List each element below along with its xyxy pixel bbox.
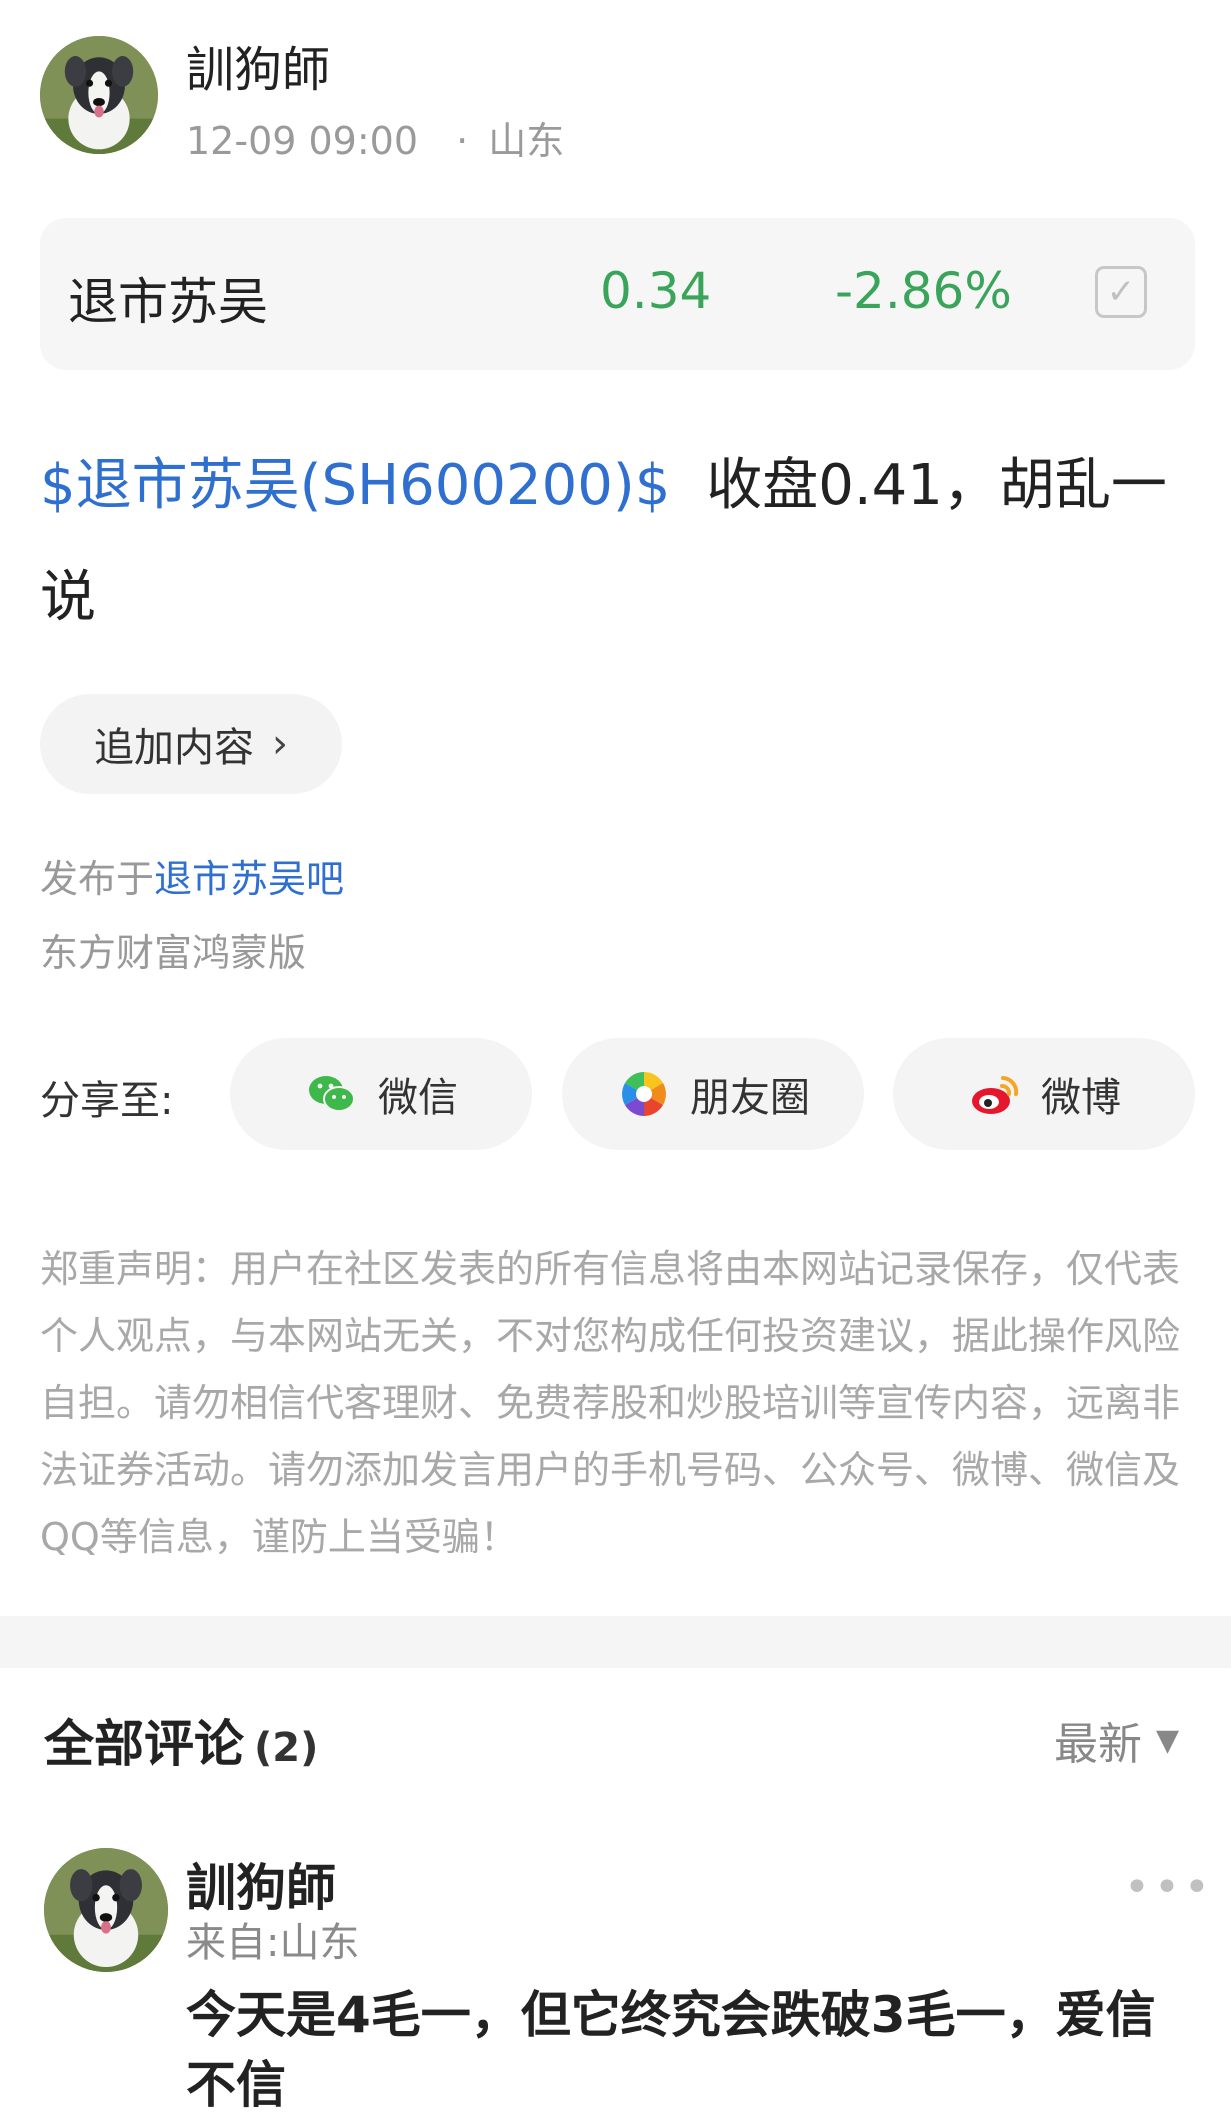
section-divider [0, 1616, 1231, 1668]
wechat-icon [309, 1076, 355, 1112]
publish-prefix: 发布于 [40, 857, 155, 901]
client-info: 东方财富鸿蒙版 [40, 931, 307, 975]
sort-label: 最新 [1054, 1719, 1142, 1770]
author-name[interactable]: 訓狗師 [186, 30, 330, 100]
triangle-down-icon: ▼ [1156, 1722, 1180, 1758]
share-moments-label: 朋友圈 [690, 1075, 810, 1121]
stock-tag-link[interactable]: $退市苏吴(SH600200)$ [40, 453, 670, 518]
post-time: 12-09 09:00 [186, 119, 419, 163]
sort-dropdown[interactable]: 最新 ▼ [1054, 1708, 1179, 1772]
stock-card[interactable]: 退市苏吴 0.34 -2.86% ✓ [40, 218, 1195, 370]
moments-icon [622, 1072, 666, 1116]
comment-avatar[interactable] [44, 1848, 168, 1972]
append-content-button[interactable]: 追加内容 › [40, 694, 342, 794]
comments-count: (2) [254, 1725, 319, 1771]
comments-title: 全部评论 (2) [44, 1704, 318, 1776]
publish-info: 发布于退市苏吴吧 [40, 848, 344, 903]
post-location: 山东 [488, 119, 565, 163]
author-avatar[interactable] [40, 36, 158, 154]
stock-name: 退市苏吴 [68, 273, 268, 331]
post-meta: 12-09 09:00 · 山东 [186, 110, 564, 165]
share-moments-button[interactable]: 朋友圈 [562, 1038, 864, 1150]
post-content: $退市苏吴(SH600200)$ 收盘0.41，胡乱一说 [40, 430, 1200, 654]
append-content-label: 追加内容 [94, 725, 254, 771]
chevron-right-icon: › [272, 721, 288, 767]
stock-change: -2.86% [835, 262, 1012, 320]
meta-separator: · [456, 119, 469, 163]
share-weibo-label: 微博 [1041, 1075, 1121, 1121]
board-link[interactable]: 退市苏吴吧 [154, 857, 344, 901]
share-weibo-button[interactable]: 微博 [893, 1038, 1195, 1150]
comments-title-label: 全部评论 [44, 1715, 244, 1773]
share-label: 分享至: [40, 1078, 174, 1124]
more-icon[interactable]: ••• [1124, 1862, 1214, 1913]
disclaimer-text: 郑重声明：用户在社区发表的所有信息将由本网站记录保存，仅代表个人观点，与本网站无… [40, 1247, 1181, 1559]
comment-text: 今天是4毛一，但它终究会跌破3毛一，爱信不信 [186, 1986, 1156, 2114]
comment-location: 来自:山东 [186, 1920, 360, 1966]
stock-price: 0.34 [600, 262, 712, 320]
weibo-icon [972, 1076, 1019, 1114]
share-wechat-button[interactable]: 微信 [230, 1038, 532, 1150]
share-wechat-label: 微信 [378, 1075, 458, 1121]
check-icon[interactable]: ✓ [1095, 266, 1147, 318]
